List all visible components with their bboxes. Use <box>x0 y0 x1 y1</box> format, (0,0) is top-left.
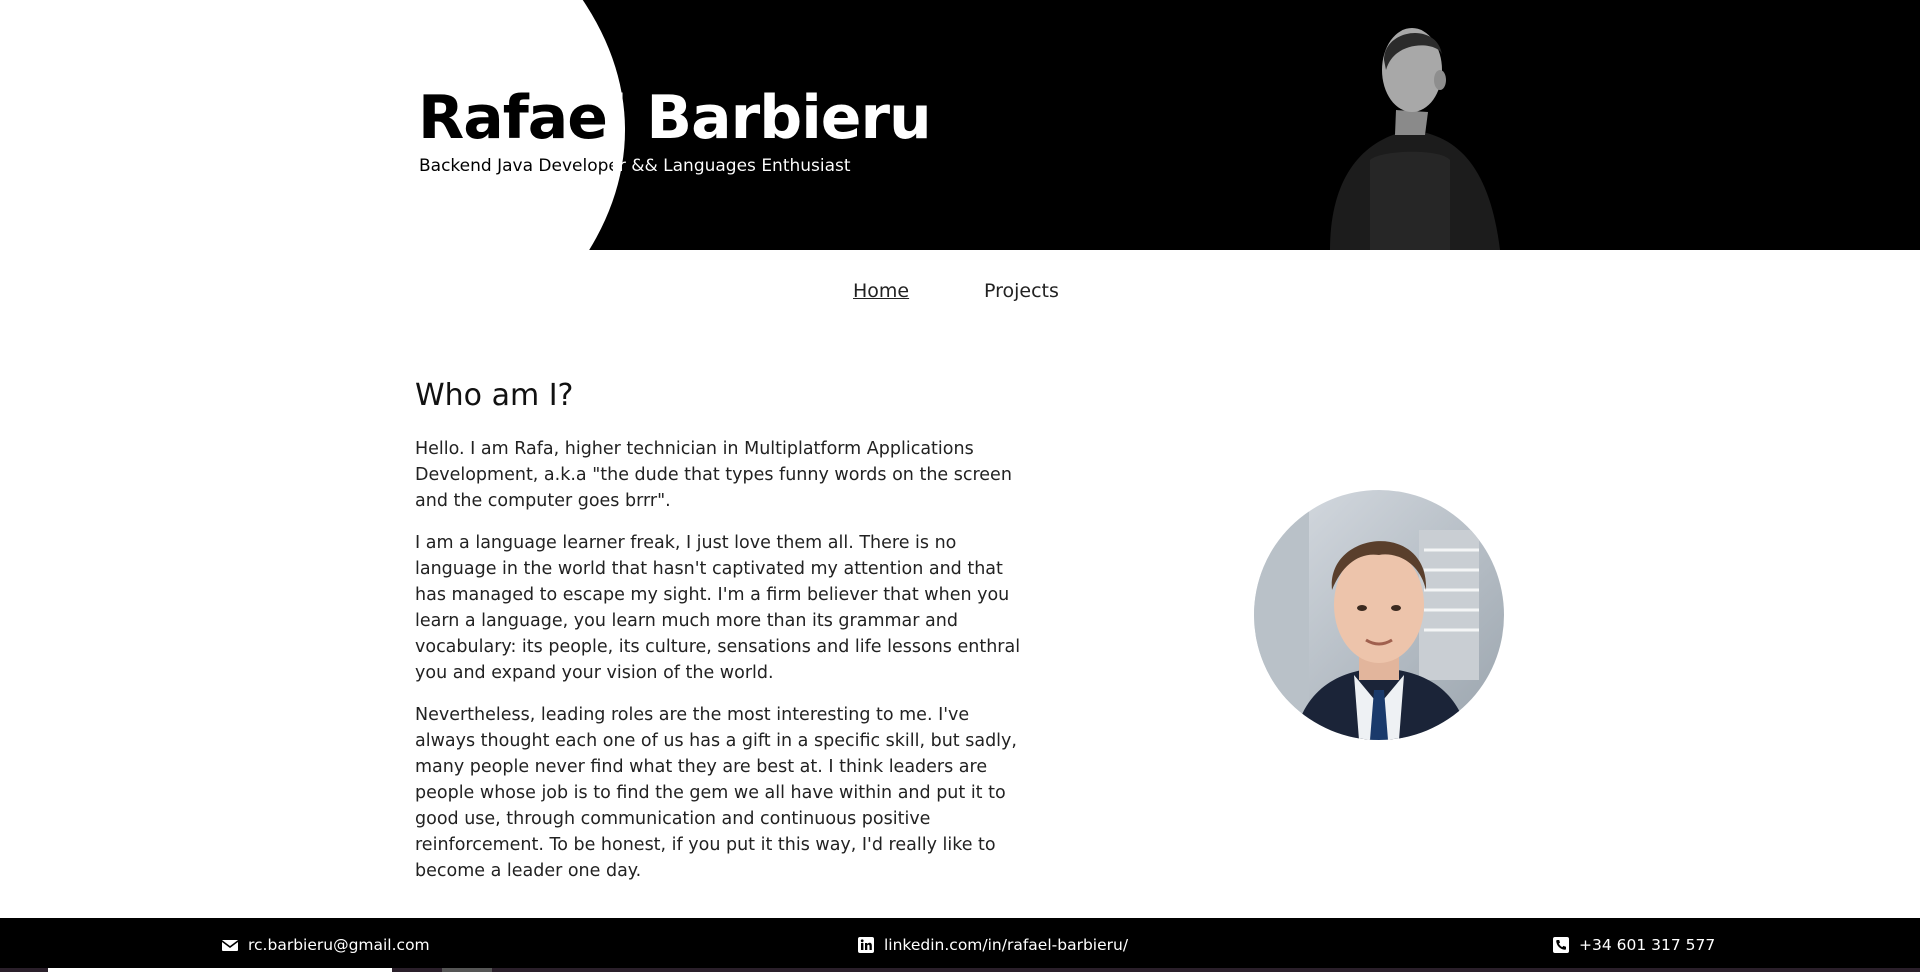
header-portrait-image <box>1300 0 1540 250</box>
about-paragraph: I am a language learner freak, I just lo… <box>415 533 1021 683</box>
about-paragraph: Nevertheless, leading roles are the most… <box>415 705 1017 881</box>
site-subtitle: Backend Java Developer && Languages Enth… <box>419 156 851 176</box>
about-heading: Who am I? <box>415 378 574 413</box>
phone-icon <box>1553 937 1569 953</box>
main-nav: Home Projects <box>0 280 1920 320</box>
nav-item-home[interactable]: Home <box>853 280 909 302</box>
footer-linkedin[interactable]: linkedin.com/in/rafael-barbieru/ <box>858 936 1128 954</box>
envelope-icon <box>222 940 238 951</box>
about-text: Hello. I am Rafa, higher technician in M… <box>415 436 1030 900</box>
about-paragraph: Hello. I am Rafa, higher technician in M… <box>415 439 1012 511</box>
site-title: Rafael Barbieru <box>418 78 932 158</box>
footer-linkedin-text[interactable]: linkedin.com/in/rafael-barbieru/ <box>884 936 1128 954</box>
taskbar-segment <box>442 968 492 972</box>
taskbar-strip <box>0 968 1920 972</box>
footer: rc.barbieru@gmail.com linkedin.com/in/ra… <box>0 918 1920 972</box>
header-banner: Rafael Barbieru Backend Java Developer &… <box>0 0 1920 250</box>
footer-email[interactable]: rc.barbieru@gmail.com <box>222 936 430 954</box>
footer-phone-text[interactable]: +34 601 317 577 <box>1579 936 1715 954</box>
footer-phone[interactable]: +34 601 317 577 <box>1553 936 1715 954</box>
taskbar-segment <box>48 968 392 972</box>
footer-email-text[interactable]: rc.barbieru@gmail.com <box>248 936 430 954</box>
profile-photo-image <box>1254 490 1504 740</box>
linkedin-icon <box>858 937 874 953</box>
nav-item-projects[interactable]: Projects <box>984 280 1059 302</box>
profile-photo <box>1254 490 1504 740</box>
